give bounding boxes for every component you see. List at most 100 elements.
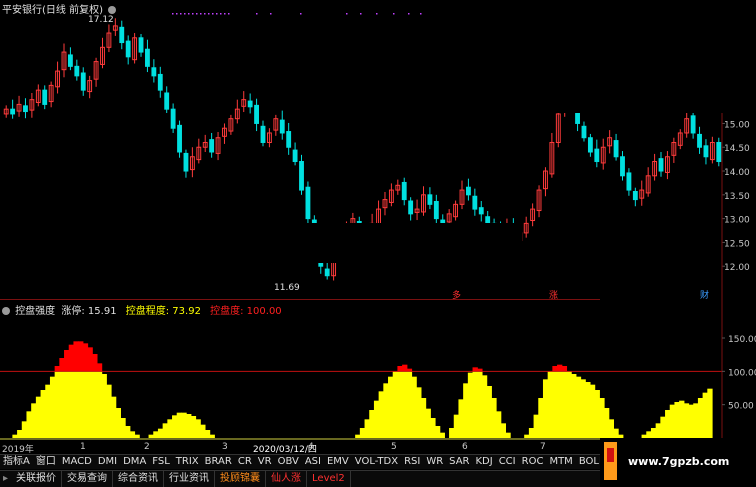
event-dot	[176, 13, 178, 15]
indicator-bar-over	[54, 366, 60, 372]
event-dot	[200, 13, 202, 15]
event-dot	[346, 13, 348, 15]
indicator-bar	[693, 403, 699, 438]
candle-body	[581, 125, 587, 139]
indicator-bar	[524, 434, 530, 438]
candle-body	[401, 181, 407, 201]
date-label: 3	[222, 442, 228, 452]
bottom-tab[interactable]: 综合资讯	[113, 471, 165, 487]
indicator-tab[interactable]: DMA	[120, 455, 149, 469]
indicator-bar	[68, 371, 75, 438]
indicator-tab[interactable]: MACD	[59, 455, 95, 469]
date-label: 2	[144, 442, 150, 452]
indicator-bar	[538, 398, 544, 438]
date-label: 5	[391, 442, 397, 452]
indicator-bar	[599, 398, 605, 438]
indicator-settings-icon[interactable]	[2, 307, 10, 315]
event-dot	[360, 13, 362, 15]
candle-body	[292, 149, 298, 163]
redacted-region	[427, 0, 756, 113]
indicator-bar	[397, 371, 403, 438]
indicator-bar	[646, 431, 652, 438]
indicator-tab[interactable]: WR	[423, 455, 446, 469]
indicator-bar	[355, 434, 361, 438]
indicator-bar	[110, 396, 117, 438]
indicator-area-chart[interactable]: 150.00 100.00 50.00	[0, 300, 756, 450]
candle-body	[170, 108, 176, 129]
bottom-tab[interactable]: Level2	[307, 471, 351, 487]
indicator-tab[interactable]: FSL	[149, 455, 173, 469]
indicator-bar	[571, 374, 577, 438]
candle-body	[716, 141, 722, 163]
indicator-bar-over	[472, 367, 478, 372]
indicator-bar	[40, 390, 46, 438]
stock-title-text: 平安银行(日线 前复权)	[2, 5, 103, 16]
event-dot	[220, 13, 222, 15]
indicator-bar	[491, 398, 497, 438]
bottom-tab[interactable]: 关联报价	[11, 471, 63, 487]
candle-body	[690, 115, 696, 134]
indicator-bar	[660, 416, 666, 438]
candle-body	[125, 40, 131, 58]
indicator-tab[interactable]: SAR	[446, 455, 472, 469]
candle-body	[80, 72, 86, 91]
indicator-tab[interactable]: 窗口	[33, 455, 59, 469]
candle-body	[658, 158, 664, 172]
indicator-tab[interactable]: ROC	[519, 455, 547, 469]
bottom-tab[interactable]: 投顾锦囊	[215, 471, 267, 487]
indicator-bar	[186, 414, 192, 438]
indicator-bar	[378, 391, 384, 438]
indicator-tab[interactable]: RSI	[401, 455, 423, 469]
indicator-bar-over	[73, 341, 79, 372]
indicator-tab[interactable]: CCI	[496, 455, 519, 469]
indicator-bar-over	[59, 358, 65, 372]
indicator-tab[interactable]: BRAR	[202, 455, 235, 469]
price-tick-label: 14.50	[724, 144, 750, 154]
candle-body	[254, 104, 260, 124]
indicator-bar	[683, 403, 690, 438]
indicator-tab[interactable]: TRIX	[173, 455, 202, 469]
indicator-tab[interactable]: CR	[235, 455, 255, 469]
indicator-tab[interactable]: OBV	[275, 455, 302, 469]
indicator-bar-over	[64, 350, 70, 372]
expand-arrow-icon[interactable]: ▸	[0, 471, 11, 487]
date-axis: 2019年 1 2 3 2020/03/12/四 4 5 6 7	[0, 442, 600, 455]
indicator-tab[interactable]: KDJ	[472, 455, 495, 469]
event-dot	[192, 13, 194, 15]
bottom-tab[interactable]: 交易查询	[62, 471, 114, 487]
indicator-bar	[181, 412, 187, 438]
indicator-tab[interactable]: 指标A	[0, 455, 33, 469]
candle-body	[299, 161, 304, 191]
indicator-bar	[129, 431, 136, 438]
price-tick-label: 14.00	[724, 168, 750, 178]
indicator-tab[interactable]: VOL-TDX	[352, 455, 401, 469]
event-mark[interactable]: 财	[700, 289, 709, 300]
settings-dot-icon[interactable]	[108, 6, 117, 14]
candle-body	[324, 268, 330, 277]
indicator-bar	[200, 424, 206, 438]
cd-value-label: 控盘程度: 73.92	[125, 306, 201, 317]
indicator-bar	[486, 386, 492, 438]
indicator-tab[interactable]: EMV	[324, 455, 352, 469]
chart-title: 平安银行(日线 前复权)	[2, 1, 117, 16]
indicator-bar	[73, 371, 79, 438]
price-tick-label: 13.50	[724, 192, 750, 202]
bottom-tab[interactable]: 仙人涨	[266, 471, 308, 487]
candle-body	[10, 108, 16, 115]
indicator-tab[interactable]: DMI	[95, 455, 120, 469]
indicator-bar	[106, 384, 112, 438]
indicator-bar	[655, 423, 661, 438]
candle-body	[465, 186, 471, 196]
candle-body	[626, 172, 632, 191]
indicator-bar	[496, 411, 502, 438]
zt-value-label: 涨停: 15.91	[61, 306, 117, 317]
indicator-tab[interactable]: ASI	[302, 455, 324, 469]
bottom-tab[interactable]: 行业资讯	[164, 471, 216, 487]
indicator-bar	[148, 434, 154, 438]
event-dot	[204, 13, 206, 15]
indicator-bar	[176, 412, 183, 438]
indicator-tab[interactable]: MTM	[546, 455, 575, 469]
indicator-tab[interactable]: VR	[255, 455, 275, 469]
indicator-bar-over	[82, 343, 89, 372]
indicator-bar	[383, 383, 389, 438]
